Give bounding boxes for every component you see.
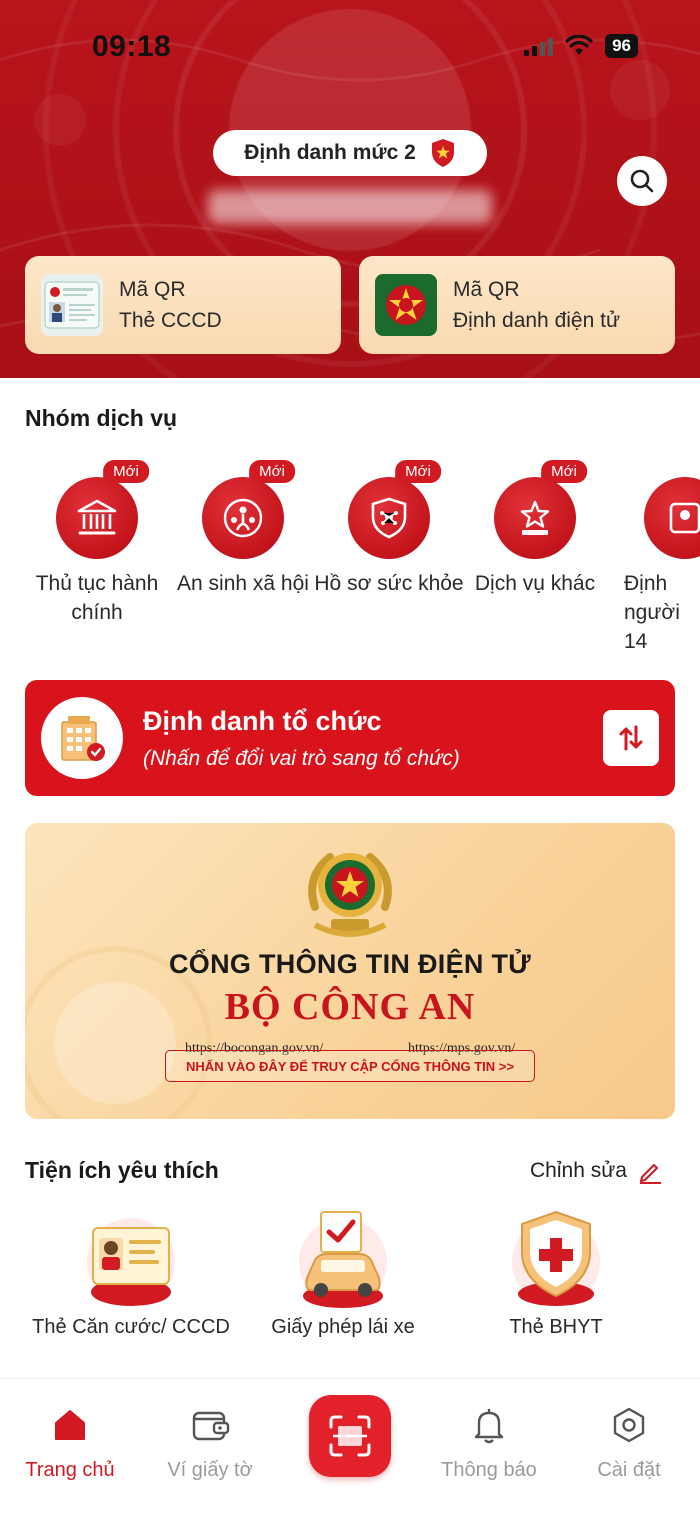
organization-identity-card[interactable]: Định danh tổ chức (Nhấn để đổi vai trò s… <box>25 680 675 796</box>
building-icon <box>61 716 105 761</box>
nav-label: Cài đặt <box>597 1459 661 1481</box>
favorite-health-insurance-card[interactable]: Thẻ BHYT <box>456 1208 656 1340</box>
battery-indicator: 96 <box>605 34 638 58</box>
edit-favorites-button[interactable]: Chỉnh sửa <box>530 1158 663 1184</box>
favorite-driving-license[interactable]: Giấy phép lái xe <box>243 1208 443 1340</box>
public-security-emblem-icon <box>308 853 392 937</box>
citizen-id-card-icon <box>87 1218 175 1308</box>
qr-scan-button[interactable] <box>309 1395 391 1477</box>
scan-icon <box>329 1415 371 1457</box>
header-banner: 09:18 96 Định danh mức 2 Mã QR Thẻ CCCD … <box>0 0 700 378</box>
police-portal-banner[interactable]: CỔNG THÔNG TIN ĐIỆN TỬ BỘ CÔNG AN https:… <box>25 823 675 1119</box>
swap-vertical-icon <box>619 725 643 751</box>
nav-settings[interactable]: Cài đặt <box>564 1405 694 1482</box>
service-label: Thủ tục hành chính <box>35 572 159 624</box>
id-card-thumbnail-icon <box>41 274 103 336</box>
qr-card-line2: Thẻ CCCD <box>119 309 222 332</box>
cellular-signal-icon <box>524 36 554 56</box>
nav-notifications[interactable]: Thông báo <box>424 1405 554 1482</box>
org-card-title: Định danh tổ chức <box>143 705 382 736</box>
qr-card-line1: Mã QR <box>119 278 186 301</box>
status-icons: 96 <box>524 34 638 58</box>
service-label: An sinh xã hội <box>177 572 309 595</box>
service-item-admin-procedures[interactable]: Mới Thủ tục hành chính <box>22 460 172 627</box>
nav-home[interactable]: Trang chủ <box>5 1405 135 1482</box>
bottom-navigation: Trang chủ Ví giấy tờ Thông báo Cài đặt <box>0 1378 700 1513</box>
favorite-label: Thẻ BHYT <box>509 1316 603 1338</box>
service-label: Dịch vụ khác <box>474 572 596 595</box>
bank-icon <box>77 499 117 535</box>
favorites-section-title: Tiện ích yêu thích <box>25 1157 219 1183</box>
favorite-label: Thẻ Căn cước/ CCCD <box>32 1316 230 1338</box>
identity-level-badge[interactable]: Định danh mức 2 <box>213 130 487 176</box>
search-icon <box>630 169 654 193</box>
search-button[interactable] <box>617 156 667 206</box>
qr-card-line2: Định danh điện tử <box>453 309 621 332</box>
health-insurance-shield-icon <box>512 1210 600 1306</box>
nav-label: Thông báo <box>441 1459 537 1481</box>
nav-document-wallet[interactable]: Ví giấy tờ <box>145 1405 275 1482</box>
police-emblem-icon <box>375 274 437 336</box>
star-pedestal-icon <box>520 500 550 535</box>
driving-license-car-icon <box>299 1211 387 1308</box>
edit-label: Chỉnh sửa <box>530 1159 627 1182</box>
nav-label: Ví giấy tờ <box>167 1459 253 1481</box>
community-icon <box>223 498 263 538</box>
qr-card-line1: Mã QR <box>453 278 520 301</box>
banner-ministry-name: BỘ CÔNG AN <box>224 986 476 1028</box>
switch-role-button[interactable] <box>603 710 659 766</box>
org-card-subtitle: (Nhấn để đổi vai trò sang tổ chức) <box>143 746 460 770</box>
status-time: 09:18 <box>92 30 172 63</box>
services-section-title: Nhóm dịch vụ <box>25 405 178 431</box>
favorite-citizen-id-card[interactable]: Thẻ Căn cước/ CCCD <box>31 1208 231 1340</box>
id-scan-icon <box>669 502 700 534</box>
service-label: Hồ sơ sức khỏe <box>314 572 464 595</box>
wifi-icon <box>565 35 593 55</box>
bell-icon <box>474 1409 504 1444</box>
home-icon <box>55 1410 85 1440</box>
pencil-icon <box>639 1164 661 1184</box>
service-label: Định người 14 <box>624 572 680 653</box>
qr-cccd-card[interactable]: Mã QR Thẻ CCCD <box>25 256 341 354</box>
service-item-health-record[interactable]: Mới Hồ sơ sức khỏe <box>314 460 464 598</box>
identity-level-label: Định danh mức 2 <box>244 141 416 164</box>
nav-label: Trang chủ <box>25 1459 115 1481</box>
banner-title: CỔNG THÔNG TIN ĐIỆN TỬ <box>169 949 531 979</box>
favorite-label: Giấy phép lái xe <box>271 1316 415 1338</box>
settings-hexagon-icon <box>613 1407 645 1443</box>
blurred-user-name <box>208 190 492 224</box>
service-item-social-security[interactable]: Mới An sinh xã hội <box>168 460 318 598</box>
wallet-icon <box>192 1411 230 1441</box>
banner-access-button[interactable]: NHẤN VÀO ĐÂY ĐỂ TRUY CẬP CỔNG THÔNG TIN … <box>165 1050 535 1082</box>
health-shield-icon <box>371 497 407 539</box>
service-item-other-services[interactable]: Mới Dịch vụ khác <box>460 460 610 598</box>
qr-electronic-id-card[interactable]: Mã QR Định danh điện tử <box>359 256 675 354</box>
shield-star-icon <box>431 139 454 167</box>
service-item-partial[interactable]: Định người 14 <box>606 460 700 656</box>
